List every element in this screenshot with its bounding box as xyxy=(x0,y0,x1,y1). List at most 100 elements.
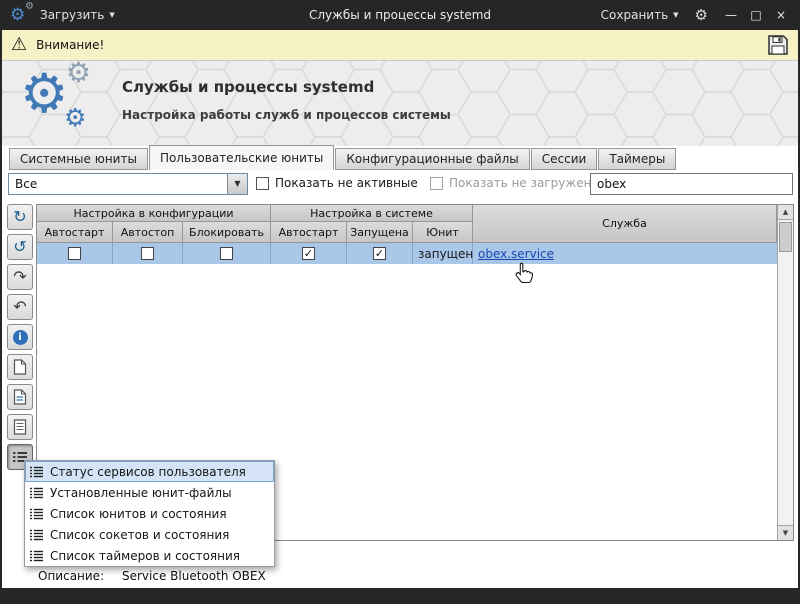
redo-icon: ↷ xyxy=(13,267,27,286)
tab-timers[interactable]: Таймеры xyxy=(598,148,677,170)
list-icon xyxy=(30,529,43,541)
cell-sys-autostart: ✓ xyxy=(271,243,347,264)
gear-icon: ⚙ xyxy=(10,5,26,25)
app-banner: ⚙ ⚙ ⚙ Службы и процессы systemd Настройк… xyxy=(2,61,798,146)
menu-item-installed-unit-files[interactable]: Установленные юнит-файлы xyxy=(25,482,274,503)
menu-item-sockets-and-states[interactable]: Список сокетов и состояния xyxy=(25,524,274,545)
load-menu-button[interactable]: Загрузить ▼ xyxy=(40,8,115,22)
search-input[interactable] xyxy=(590,173,793,195)
list-icon xyxy=(30,487,43,499)
vertical-scrollbar[interactable]: ▲ ▼ xyxy=(777,205,793,540)
window-controls: — □ × xyxy=(724,8,788,22)
column-header-block: Блокировать xyxy=(183,222,271,243)
menu-item-user-services-status[interactable]: Статус сервисов пользователя xyxy=(25,461,274,482)
journal-button[interactable] xyxy=(7,414,33,440)
tab-bar: Системные юниты Пользовательские юниты К… xyxy=(2,145,798,170)
column-header-autostart-sys: Автостарт xyxy=(271,222,347,243)
menu-item-timers-and-states[interactable]: Список таймеров и состояния xyxy=(25,545,274,566)
app-window: ⚙ ⚙ Загрузить ▼ Службы и процессы system… xyxy=(0,0,800,604)
show-inactive-checkbox[interactable]: Показать не активные xyxy=(256,176,418,190)
settings-gear-button[interactable]: ⚙ xyxy=(695,6,708,24)
table-row[interactable]: ✓ ✓ запущен obex.service xyxy=(37,243,777,264)
list-icon xyxy=(30,550,43,562)
undo-button[interactable]: ↶ xyxy=(7,294,33,320)
tab-system-units[interactable]: Системные юниты xyxy=(9,148,148,170)
tab-user-units[interactable]: Пользовательские юниты xyxy=(148,145,335,170)
maximize-button[interactable]: □ xyxy=(749,8,763,22)
undo-icon: ↶ xyxy=(13,297,27,316)
scroll-up-button[interactable]: ▲ xyxy=(778,205,793,220)
gear-icon-small: ⚙ xyxy=(25,1,34,12)
banner-title: Службы и процессы systemd xyxy=(122,78,375,96)
menu-item-label: Список таймеров и состояния xyxy=(50,548,241,563)
document-edit-icon xyxy=(13,389,27,405)
checkbox-cfg-autostart[interactable] xyxy=(68,247,81,260)
tab-sessions[interactable]: Сессии xyxy=(530,148,598,170)
list-icon xyxy=(30,508,43,520)
menu-item-label: Установленные юнит-файлы xyxy=(50,485,232,500)
banner-gear-icon-small: ⚙ xyxy=(64,103,87,132)
description-value: Service Bluetooth OBEX xyxy=(122,569,266,583)
combobox-dropdown-button[interactable]: ▼ xyxy=(227,174,247,194)
cell-unit-state: запущен xyxy=(413,243,473,264)
refresh-button[interactable]: ↻ xyxy=(7,204,33,230)
restart-button[interactable]: ↺ xyxy=(7,234,33,260)
banner-gear-icon-medium: ⚙ xyxy=(66,61,92,89)
file-edit-button[interactable] xyxy=(7,384,33,410)
save-menu-button[interactable]: Сохранить ▼ xyxy=(601,8,679,22)
checkbox-box[interactable] xyxy=(256,176,269,190)
app-gear-icon: ⚙ ⚙ xyxy=(10,1,34,26)
hand-cursor-icon xyxy=(515,262,534,284)
unit-filter-combobox[interactable]: Все ▼ xyxy=(8,173,248,195)
window-bottom-frame xyxy=(2,588,798,604)
info-button[interactable]: i xyxy=(7,324,33,350)
refresh-icon: ↻ xyxy=(13,207,27,226)
journal-icon xyxy=(13,419,27,435)
document-icon xyxy=(13,359,27,375)
banner-subtitle: Настройка работы служб и процессов систе… xyxy=(122,108,451,122)
column-header-unit: Юнит xyxy=(413,222,473,243)
status-context-menu: Статус сервисов пользователя Установленн… xyxy=(24,460,275,567)
menu-item-label: Статус сервисов пользователя xyxy=(50,464,246,479)
file-button[interactable] xyxy=(7,354,33,380)
checkbox-cfg-autostop[interactable] xyxy=(141,247,154,260)
scroll-down-button[interactable]: ▼ xyxy=(778,525,793,540)
menu-item-label: Список юнитов и состояния xyxy=(50,506,227,521)
cell-cfg-autostart xyxy=(37,243,113,264)
menu-item-label: Список сокетов и состояния xyxy=(50,527,230,542)
column-header-service: Служба xyxy=(473,205,777,243)
cell-sys-running: ✓ xyxy=(347,243,413,264)
cell-cfg-block xyxy=(183,243,271,264)
menu-item-units-and-states[interactable]: Список юнитов и состояния xyxy=(25,503,274,524)
checkbox-sys-autostart[interactable]: ✓ xyxy=(302,247,315,260)
close-button[interactable]: × xyxy=(774,8,788,22)
checkbox-sys-running[interactable]: ✓ xyxy=(373,247,386,260)
warning-icon: ⚠ xyxy=(11,34,28,55)
save-label: Сохранить xyxy=(600,8,669,22)
titlebar: ⚙ ⚙ Загрузить ▼ Службы и процессы system… xyxy=(2,0,798,30)
mouse-cursor xyxy=(514,262,534,288)
list-icon xyxy=(30,466,43,478)
cell-cfg-autostop xyxy=(113,243,183,264)
show-unloaded-checkbox[interactable]: Показать не загруженные xyxy=(430,176,616,190)
scrollbar-thumb[interactable] xyxy=(779,222,792,252)
checkbox-box[interactable] xyxy=(430,176,443,190)
service-link[interactable]: obex.service xyxy=(478,247,554,261)
checkbox-cfg-block[interactable] xyxy=(220,247,233,260)
warning-bar: ⚠ Внимание! xyxy=(2,30,798,61)
description-label: Описание: xyxy=(38,569,105,583)
tab-config-files[interactable]: Конфигурационные файлы xyxy=(335,148,530,170)
banner-gear-icon-large: ⚙ xyxy=(20,62,69,125)
info-icon: i xyxy=(12,329,28,345)
chevron-down-icon: ▼ xyxy=(673,11,679,19)
floppy-icon xyxy=(768,35,788,55)
load-label: Загрузить xyxy=(40,8,105,22)
save-file-button[interactable] xyxy=(767,34,789,56)
chevron-down-icon: ▼ xyxy=(109,11,115,19)
hexagon-pattern xyxy=(2,61,798,146)
redo-button[interactable]: ↷ xyxy=(7,264,33,290)
combobox-value: Все xyxy=(15,177,38,191)
cell-service: obex.service xyxy=(473,243,777,264)
restart-icon: ↺ xyxy=(13,237,27,256)
minimize-button[interactable]: — xyxy=(724,8,738,22)
